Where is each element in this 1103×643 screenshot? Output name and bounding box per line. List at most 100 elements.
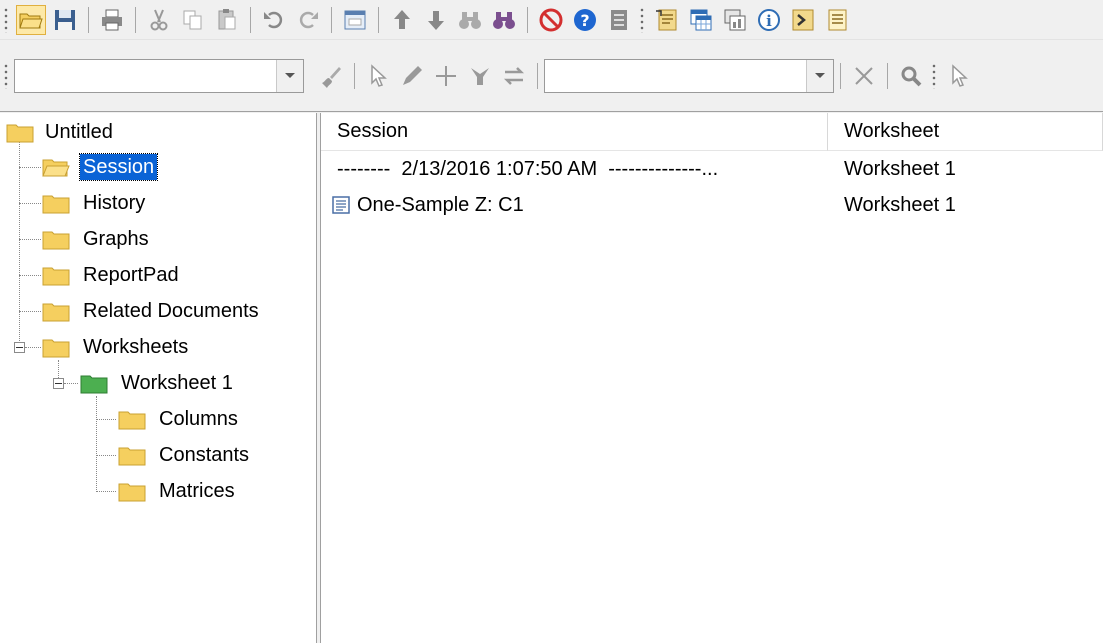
- toolbar-grip[interactable]: [4, 6, 8, 33]
- worksheet-text: Worksheet 1: [844, 193, 956, 216]
- tree-node-label: Matrices: [159, 480, 235, 502]
- tree-connector: [19, 311, 41, 312]
- session-cell: -------- 2/13/2016 1:07:50 AM ----------…: [337, 151, 823, 187]
- edit-last-dialog-button[interactable]: [340, 5, 370, 35]
- draw-tool-button[interactable]: [397, 61, 427, 91]
- undo-button[interactable]: [259, 5, 289, 35]
- folder-icon: [118, 480, 146, 502]
- copy-icon: [183, 10, 202, 29]
- find-next-button[interactable]: [489, 5, 519, 35]
- tree-node-graphs[interactable]: Graphs: [42, 222, 152, 256]
- open-project-button[interactable]: [16, 4, 46, 35]
- tree-connector: [64, 383, 78, 384]
- folder-icon: [118, 444, 146, 466]
- toolbar-separator: [378, 6, 379, 33]
- tree-connector: [25, 347, 41, 348]
- column-header-session[interactable]: Session: [321, 113, 828, 151]
- tree-node-history[interactable]: History: [42, 186, 148, 220]
- project-manager-info-button[interactable]: i: [754, 5, 784, 35]
- tree-connector: [19, 141, 20, 351]
- brush-button[interactable]: [316, 61, 346, 91]
- pointer-icon: [952, 63, 968, 87]
- pen-icon: [403, 65, 422, 85]
- tree-connector: [96, 419, 116, 420]
- reportpad-button[interactable]: [822, 5, 852, 35]
- help-icon: ?: [574, 8, 596, 31]
- left-selector-dropdown[interactable]: [276, 59, 303, 92]
- swap-arrows-icon: [503, 66, 525, 85]
- tree-node-label: Session: [78, 153, 159, 181]
- tree-node-constants[interactable]: Constants: [118, 438, 252, 472]
- open-folder-icon: [19, 13, 43, 28]
- right-selector-dropdown[interactable]: [806, 59, 833, 92]
- tree-connector: [96, 491, 116, 492]
- tree-node-related-documents[interactable]: Related Documents: [42, 294, 262, 328]
- redo-button[interactable]: [293, 5, 323, 35]
- tree-node-worksheet-1[interactable]: Worksheet 1: [80, 366, 236, 400]
- left-selector-input[interactable]: [19, 64, 271, 89]
- worksheet-1-collapse-toggle[interactable]: [53, 378, 64, 389]
- find-button[interactable]: [455, 5, 485, 35]
- next-command-button[interactable]: [421, 5, 451, 35]
- info-icon: i: [758, 8, 780, 31]
- tree-connector: [19, 167, 41, 168]
- previous-command-button[interactable]: [387, 5, 417, 35]
- select-tool-button-2[interactable]: [944, 61, 974, 91]
- tree-node-reportpad[interactable]: ReportPad: [42, 258, 182, 292]
- copy-button[interactable]: [178, 5, 208, 35]
- delete-button[interactable]: [849, 61, 879, 91]
- tree-node-session[interactable]: Session: [42, 150, 159, 184]
- worksheet-cell: Worksheet 1: [844, 151, 1099, 187]
- tree-connector: [19, 275, 41, 276]
- tree-node-untitled[interactable]: Untitled: [6, 115, 116, 149]
- show-session-button[interactable]: [652, 5, 682, 35]
- tree-connector: [19, 239, 41, 240]
- assistant-button[interactable]: [604, 5, 634, 35]
- toolbar-separator: [135, 6, 136, 33]
- right-selector-combo[interactable]: [544, 58, 834, 93]
- paste-button[interactable]: [212, 5, 242, 35]
- tree-node-worksheets[interactable]: Worksheets: [42, 330, 191, 364]
- clipboard-icon: [218, 8, 236, 29]
- right-selector-input[interactable]: [549, 64, 801, 89]
- printer-icon: [102, 9, 122, 30]
- crosshairs-button[interactable]: [431, 61, 461, 91]
- cut-button[interactable]: [144, 5, 174, 35]
- zoom-button[interactable]: [896, 61, 926, 91]
- toolbar-separator: [537, 62, 538, 89]
- column-header-worksheet[interactable]: Worksheet: [828, 113, 1103, 151]
- flag-points-button[interactable]: [465, 61, 495, 91]
- tree-node-label: ReportPad: [83, 264, 179, 286]
- list-row[interactable]: One-Sample Z: C1 Worksheet 1: [321, 187, 1103, 223]
- swap-button[interactable]: [499, 61, 529, 91]
- print-button[interactable]: [97, 5, 127, 35]
- toolbar-grip[interactable]: [4, 62, 8, 89]
- help-button[interactable]: ?: [570, 5, 600, 35]
- tree-node-columns[interactable]: Columns: [118, 402, 241, 436]
- folder-icon: [42, 192, 70, 214]
- cancel-button[interactable]: [536, 5, 566, 35]
- show-worksheets-button[interactable]: [686, 5, 716, 35]
- session-list: Session Worksheet -------- 2/13/2016 1:0…: [321, 113, 1103, 643]
- list-row[interactable]: -------- 2/13/2016 1:07:50 AM ----------…: [321, 151, 1103, 187]
- chevron-down-icon: [815, 72, 825, 78]
- select-tool-button[interactable]: [363, 61, 393, 91]
- toolbar-grip[interactable]: [932, 62, 936, 89]
- toolbar-separator: [250, 6, 251, 33]
- scissors-icon: [150, 9, 168, 30]
- tree-node-label: Related Documents: [83, 300, 259, 322]
- tree-node-label: Worksheet 1: [121, 372, 233, 394]
- column-header-label: Session: [337, 120, 409, 142]
- toolbar-grip[interactable]: [640, 6, 644, 33]
- graph-editing-toolbar: [0, 40, 1103, 112]
- worksheets-collapse-toggle[interactable]: [14, 342, 25, 353]
- show-graphs-button[interactable]: [720, 5, 750, 35]
- left-selector-combo[interactable]: [14, 58, 304, 93]
- history-button[interactable]: [788, 5, 818, 35]
- tree-node-matrices[interactable]: Matrices: [118, 474, 238, 508]
- graph-windows-icon: [724, 9, 746, 30]
- worksheet-cell: Worksheet 1: [844, 187, 1099, 223]
- binoculars-icon: [459, 11, 481, 29]
- standard-toolbar: ? i: [0, 0, 1103, 40]
- save-button[interactable]: [50, 5, 80, 35]
